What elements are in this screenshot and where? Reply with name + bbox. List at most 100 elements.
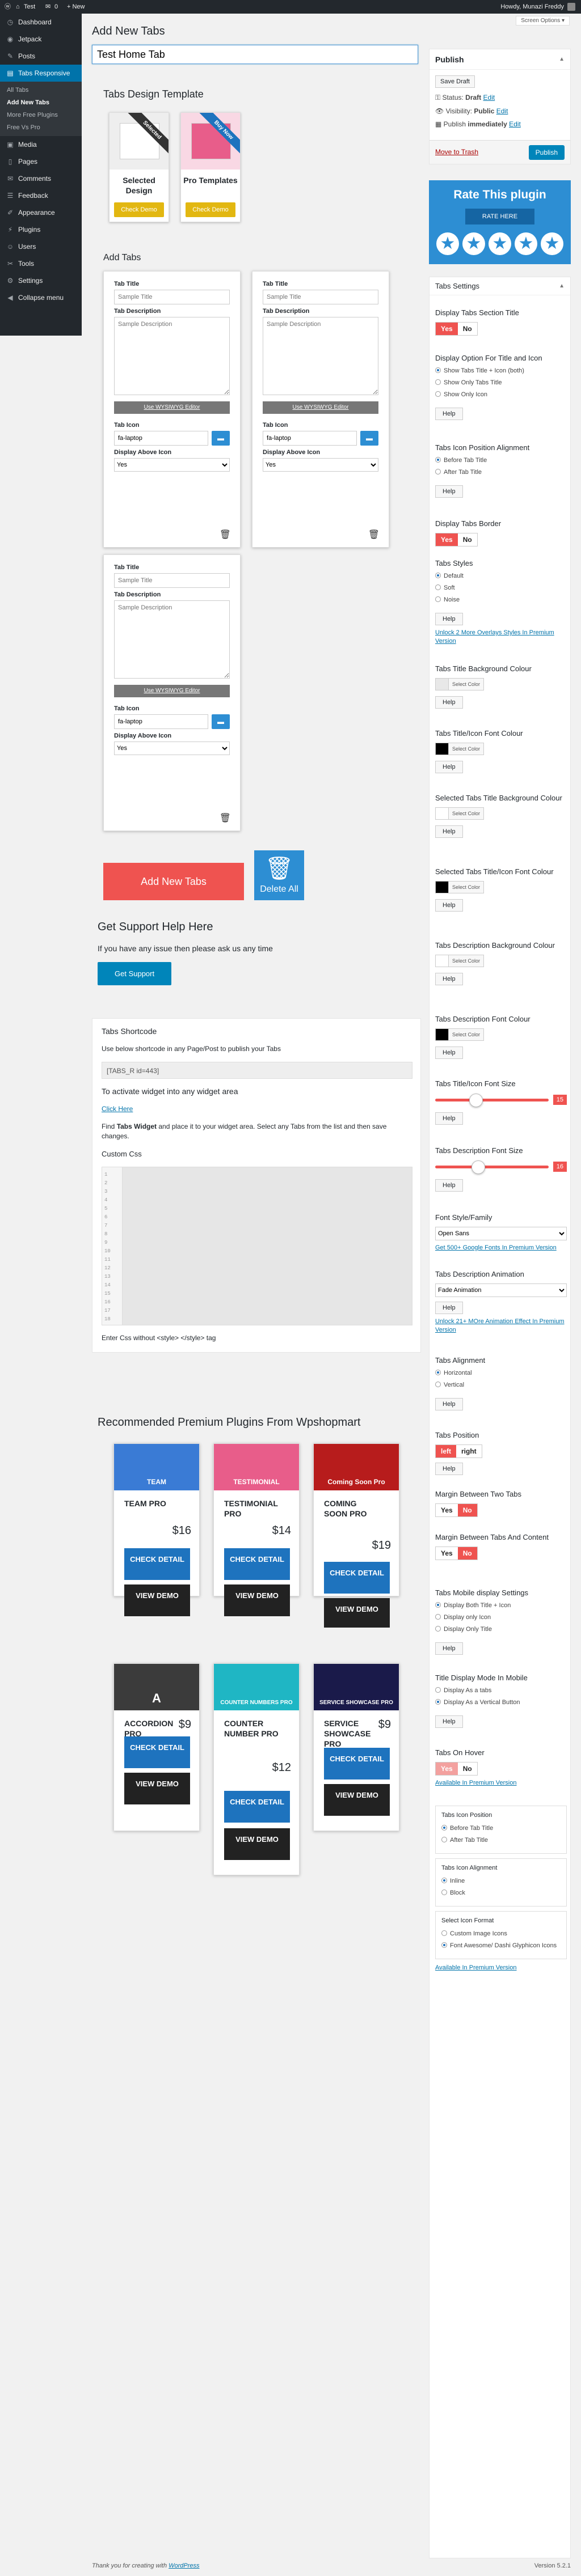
- help-button[interactable]: Help: [435, 973, 463, 985]
- caret-up-icon[interactable]: ▲: [559, 277, 565, 295]
- radio-mobile-icon[interactable]: Display only Icon: [435, 1614, 567, 1621]
- avatar[interactable]: [567, 3, 575, 11]
- radio-before-title[interactable]: Before Tab Title: [435, 457, 567, 464]
- tabs-position-toggle[interactable]: left right: [435, 1444, 482, 1458]
- star-icon[interactable]: ★: [436, 232, 459, 255]
- radio-only-title[interactable]: Show Only Tabs Title: [435, 379, 567, 386]
- view-demo-button[interactable]: VIEW DEMO: [124, 1584, 190, 1616]
- screen-options-button[interactable]: Screen Options ▾: [516, 16, 570, 26]
- check-detail-button[interactable]: CHECK DETAIL: [124, 1736, 190, 1768]
- help-button[interactable]: Help: [435, 1642, 463, 1655]
- help-button[interactable]: Help: [435, 1398, 463, 1410]
- tab-desc-textarea[interactable]: [114, 317, 230, 395]
- star-icon[interactable]: ★: [462, 232, 485, 255]
- radio-if-fa[interactable]: Font Awesome/ Dashi Glyphicon Icons: [441, 1942, 561, 1949]
- color-picker[interactable]: Select Color: [435, 1028, 485, 1041]
- radio-mobile-title[interactable]: Display Only Title: [435, 1626, 567, 1633]
- menu-settings[interactable]: ⚙ Settings: [0, 272, 82, 289]
- font-family-select[interactable]: Open Sans: [435, 1227, 567, 1240]
- menu-tools[interactable]: ✂ Tools: [0, 255, 82, 272]
- radio-horizontal[interactable]: Horizontal: [435, 1370, 567, 1376]
- menu-jetpack[interactable]: ◉ Jetpack: [0, 31, 82, 48]
- wysiwyg-editor-button[interactable]: Use WYSIWYG Editor: [114, 401, 230, 414]
- wysiwyg-editor-button[interactable]: Use WYSIWYG Editor: [114, 685, 230, 697]
- submenu-all-tabs[interactable]: All Tabs: [0, 84, 82, 96]
- help-button[interactable]: Help: [435, 696, 463, 709]
- check-detail-button[interactable]: CHECK DETAIL: [324, 1748, 390, 1780]
- fonts-premium-link[interactable]: Get 500+ Google Fonts In Premium Version: [435, 1244, 567, 1252]
- tab-desc-textarea[interactable]: [114, 600, 230, 679]
- publish-header[interactable]: Publish ▲: [430, 49, 570, 70]
- post-title-input[interactable]: [92, 45, 418, 64]
- collapse-menu[interactable]: ◀ Collapse menu: [0, 289, 82, 306]
- icons-premium-link[interactable]: Available In Premium Version: [435, 1964, 567, 1972]
- delete-all-button[interactable]: 🗑 Delete All: [254, 850, 304, 900]
- radio-style-noise[interactable]: Noise: [435, 596, 567, 603]
- help-button[interactable]: Help: [435, 1046, 463, 1059]
- tab-desc-textarea[interactable]: [263, 317, 378, 395]
- icon-picker-button[interactable]: ▬: [360, 431, 378, 446]
- radio-mode-tabs[interactable]: Display As a tabs: [435, 1687, 567, 1694]
- icon-picker-button[interactable]: ▬: [212, 431, 230, 446]
- check-detail-button[interactable]: CHECK DETAIL: [324, 1562, 390, 1594]
- help-button[interactable]: Help: [435, 825, 463, 838]
- help-button[interactable]: Help: [435, 1463, 463, 1475]
- menu-feedback[interactable]: ☰ Feedback: [0, 187, 82, 204]
- on-hover-toggle[interactable]: Yes No: [435, 1762, 478, 1776]
- view-demo-button[interactable]: VIEW DEMO: [224, 1828, 290, 1860]
- help-button[interactable]: Help: [435, 613, 463, 625]
- new-content-link[interactable]: + New: [67, 0, 85, 14]
- check-detail-button[interactable]: CHECK DETAIL: [124, 1548, 190, 1580]
- color-picker[interactable]: Select Color: [435, 807, 485, 820]
- hover-premium-link[interactable]: Available In Premium Version: [435, 1779, 567, 1787]
- help-button[interactable]: Help: [435, 1715, 463, 1728]
- styles-premium-link[interactable]: Unlock 2 More Overlays Styles In Premium…: [435, 629, 567, 646]
- edit-status-link[interactable]: Edit: [483, 94, 495, 101]
- radio-mobile-both[interactable]: Display Both Title + Icon: [435, 1602, 567, 1609]
- comments-icon[interactable]: ✉: [45, 0, 50, 14]
- slider-handle[interactable]: [471, 1160, 485, 1174]
- display-above-icon-select[interactable]: Yes: [114, 742, 230, 755]
- color-picker[interactable]: Select Color: [435, 881, 485, 893]
- submenu-more-free-plugins[interactable]: More Free Plugins: [0, 109, 82, 121]
- check-demo-button[interactable]: Check Demo: [114, 202, 164, 217]
- check-detail-button[interactable]: CHECK DETAIL: [224, 1791, 290, 1823]
- site-name-link[interactable]: Test: [24, 0, 35, 14]
- custom-css-editor[interactable]: 1 2 3 4 5 6 7 8 9 10 11 12 13 14 15 16 1…: [102, 1167, 412, 1325]
- trash-icon[interactable]: 🗑: [368, 529, 380, 540]
- trash-icon[interactable]: 🗑: [220, 529, 231, 540]
- help-button[interactable]: Help: [435, 1179, 463, 1192]
- margin-content-toggle[interactable]: Yes No: [435, 1547, 478, 1560]
- menu-users[interactable]: ☺ Users: [0, 238, 82, 255]
- title-font-size-slider[interactable]: 15: [435, 1093, 567, 1108]
- menu-pages[interactable]: ▯ Pages: [0, 153, 82, 170]
- star-icon[interactable]: ★: [489, 232, 511, 255]
- edit-publish-time-link[interactable]: Edit: [509, 120, 521, 128]
- save-draft-button[interactable]: Save Draft: [435, 75, 475, 88]
- help-button[interactable]: Help: [435, 1302, 463, 1314]
- display-above-icon-select[interactable]: Yes: [114, 458, 230, 472]
- help-button[interactable]: Help: [435, 408, 463, 420]
- rate-here-button[interactable]: RATE HERE: [465, 209, 535, 224]
- tab-title-input[interactable]: [114, 573, 230, 588]
- section-title-toggle[interactable]: Yes No: [435, 322, 478, 336]
- settings-header[interactable]: Tabs Settings ▲: [430, 277, 570, 295]
- menu-media[interactable]: ▣ Media: [0, 136, 82, 153]
- menu-dashboard[interactable]: ◷ Dashboard: [0, 14, 82, 31]
- display-above-icon-select[interactable]: Yes: [263, 458, 378, 472]
- wordpress-icon[interactable]: ⓦ: [5, 0, 11, 14]
- radio-mode-vertical[interactable]: Display As a Vertical Button: [435, 1699, 567, 1706]
- tab-icon-input[interactable]: [263, 431, 357, 446]
- radio-ip-before[interactable]: Before Tab Title: [441, 1825, 561, 1832]
- animation-select[interactable]: Fade Animation: [435, 1283, 567, 1297]
- color-picker[interactable]: Select Color: [435, 678, 485, 690]
- slider-handle[interactable]: [469, 1094, 483, 1107]
- star-icon[interactable]: ★: [541, 232, 563, 255]
- tab-icon-input[interactable]: [114, 431, 208, 446]
- get-support-button[interactable]: Get Support: [98, 962, 172, 985]
- wordpress-link[interactable]: WordPress: [169, 2562, 199, 2569]
- design-card-selected[interactable]: Selected Selected Design Check Demo: [109, 112, 169, 222]
- menu-tabs-responsive[interactable]: ▤ Tabs Responsive: [0, 65, 82, 82]
- help-button[interactable]: Help: [435, 485, 463, 498]
- icon-picker-button[interactable]: ▬: [212, 714, 230, 729]
